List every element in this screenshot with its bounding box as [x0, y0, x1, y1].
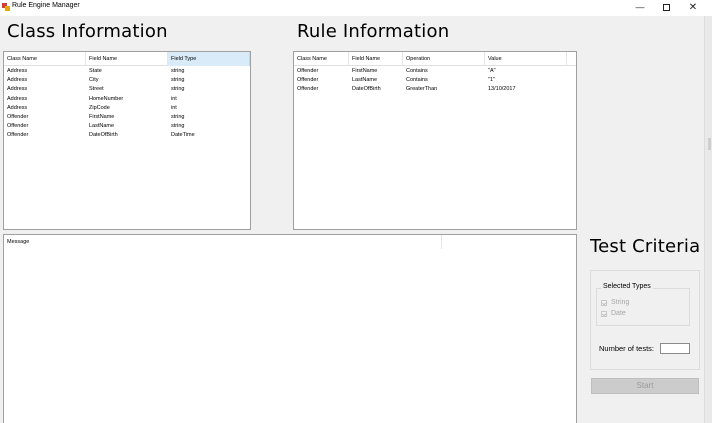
cell-field-type: string [171, 86, 185, 93]
cell-class-name: Offender [7, 123, 29, 130]
rule-info-heading: Rule Information [297, 21, 450, 42]
window-edge [704, 16, 712, 423]
maximize-button[interactable] [653, 0, 679, 16]
start-button[interactable]: Start [591, 378, 699, 394]
cell-class-name: Address [7, 104, 28, 111]
cell-field-type: string [171, 123, 185, 130]
cell-class-name: Offender [297, 68, 319, 74]
table-row[interactable]: Offender LastName Contains "1" [294, 76, 576, 85]
cell-field-type: string [171, 68, 185, 74]
class-info-grid[interactable]: Class Name Field Name Field Type Address… [3, 51, 251, 230]
column-header-field-name[interactable]: Field Name [86, 52, 168, 66]
cell-field-name: State [89, 68, 102, 74]
table-row[interactable]: Address Street string [4, 85, 250, 94]
cell-field-type: string [171, 113, 185, 120]
column-header-value[interactable]: Value [485, 52, 567, 66]
table-row[interactable]: Offender FirstName string [4, 113, 250, 122]
cell-operation: GreaterThan [406, 86, 438, 93]
column-header-class-name[interactable]: Class Name [4, 52, 86, 66]
table-row[interactable]: Address State string [4, 67, 250, 76]
cell-field-name: LastName [89, 123, 115, 130]
edge-marker [708, 138, 711, 150]
cell-class-name: Offender [297, 86, 319, 93]
column-header-class-name[interactable]: Class Name [294, 52, 349, 66]
selected-types-group [596, 288, 690, 326]
cell-field-type: string [171, 77, 185, 84]
cell-class-name: Address [7, 68, 28, 74]
test-criteria-heading: Test Criteria [590, 236, 701, 257]
cell-value: 13/10/2017 [488, 86, 516, 93]
number-of-tests-label: Number of tests: [599, 344, 655, 353]
table-row[interactable]: Address HomeNumber int [4, 95, 250, 104]
cell-field-name: ZipCode [89, 104, 110, 111]
cell-class-name: Address [7, 95, 28, 102]
rule-info-header: Class Name Field Name Operation Value [294, 52, 576, 66]
cell-class-name: Address [7, 86, 28, 93]
cell-field-type: int [171, 104, 177, 111]
cell-field-name: DateOfBirth [352, 86, 381, 93]
title-bar: Rule Engine Manager — ✕ [0, 0, 712, 16]
maximize-icon [662, 4, 670, 11]
table-row[interactable]: Offender DateOfBirth DateTime [4, 131, 250, 140]
string-checkbox[interactable] [601, 300, 607, 306]
column-header-operation[interactable]: Operation [403, 52, 485, 66]
cell-class-name: Address [7, 77, 28, 84]
column-header-message[interactable]: Message [4, 235, 442, 249]
date-checkbox[interactable] [601, 311, 607, 317]
message-header: Message [4, 235, 576, 249]
cell-class-name: Offender [7, 132, 29, 139]
close-button[interactable]: ✕ [680, 0, 706, 16]
selected-types-title: Selected Types [601, 283, 653, 290]
cell-field-name: DateOfBirth [89, 132, 118, 139]
cell-value: "1" [488, 77, 495, 84]
cell-operation: Contains [406, 68, 428, 74]
cell-field-name: City [89, 77, 99, 84]
class-info-heading: Class Information [7, 21, 168, 42]
table-row[interactable]: Address ZipCode int [4, 104, 250, 113]
class-info-header: Class Name Field Name Field Type [4, 52, 250, 66]
column-header-field-name[interactable]: Field Name [349, 52, 403, 66]
table-row[interactable]: Offender LastName string [4, 122, 250, 131]
date-checkbox-label: Date [611, 310, 626, 317]
minimize-button[interactable]: — [627, 0, 653, 16]
table-row[interactable]: Address City string [4, 76, 250, 85]
cell-field-type: DateTime [171, 132, 195, 139]
table-row[interactable]: Offender DateOfBirth GreaterThan 13/10/2… [294, 85, 576, 94]
table-row[interactable]: Offender FirstName Contains "A" [294, 67, 576, 76]
cell-field-type: int [171, 95, 177, 102]
cell-field-name: FirstName [89, 113, 115, 120]
rule-info-grid[interactable]: Class Name Field Name Operation Value Of… [293, 51, 577, 230]
cell-field-name: FirstName [352, 68, 378, 74]
cell-operation: Contains [406, 77, 428, 84]
app-icon [2, 3, 10, 11]
string-checkbox-label: String [611, 299, 630, 306]
message-list[interactable]: Message [3, 234, 577, 423]
column-header-field-type[interactable]: Field Type [168, 52, 250, 66]
cell-class-name: Offender [7, 113, 29, 120]
cell-field-name: HomeNumber [89, 95, 124, 102]
window-title: Rule Engine Manager [12, 2, 80, 9]
cell-class-name: Offender [297, 77, 319, 84]
cell-field-name: Street [89, 86, 104, 93]
cell-value: "A" [488, 68, 496, 74]
cell-field-name: LastName [352, 77, 378, 84]
number-of-tests-input[interactable] [660, 343, 690, 354]
